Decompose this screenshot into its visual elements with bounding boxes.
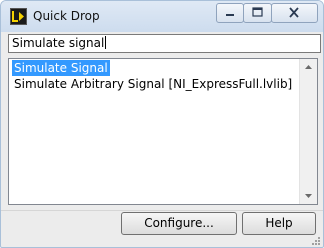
list-item-simulate-arbitrary-signal[interactable]: Simulate Arbitrary Signal [NI_ExpressFul… <box>14 76 292 92</box>
search-input-text: Simulate signal <box>12 36 105 50</box>
vertical-scrollbar[interactable] <box>299 59 317 204</box>
scroll-down-arrow-icon[interactable] <box>300 187 317 204</box>
title-bar[interactable]: Quick Drop <box>1 1 323 32</box>
results-list[interactable]: Simulate Signal Simulate Arbitrary Signa… <box>8 58 318 205</box>
configure-button[interactable]: Configure... <box>121 212 237 235</box>
maximize-icon <box>252 7 263 17</box>
resize-grip-icon[interactable] <box>311 235 321 245</box>
scroll-up-arrow-icon[interactable] <box>300 59 317 76</box>
window-title: Quick Drop <box>33 9 100 23</box>
close-icon <box>289 7 299 18</box>
help-button[interactable]: Help <box>242 212 316 235</box>
text-caret <box>105 36 107 49</box>
maximize-button[interactable] <box>243 3 272 23</box>
minimize-button[interactable] <box>216 3 244 23</box>
labview-app-icon <box>10 8 27 25</box>
minimize-icon <box>226 14 234 16</box>
divider <box>1 210 323 211</box>
quick-drop-window: Quick Drop Simulate signal Simulate Sign… <box>0 0 324 248</box>
search-input[interactable]: Simulate signal <box>8 34 321 53</box>
list-item-simulate-signal[interactable]: Simulate Signal <box>12 60 110 76</box>
close-button[interactable] <box>271 3 318 23</box>
